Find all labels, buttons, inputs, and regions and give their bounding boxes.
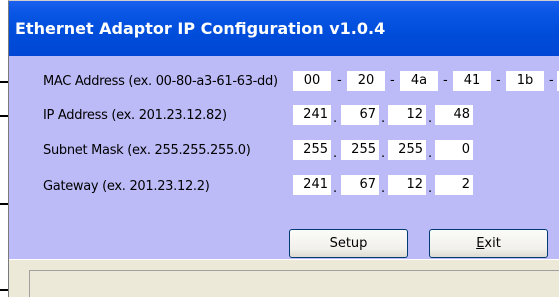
gateway-octet-2[interactable]: 67 bbox=[341, 175, 379, 195]
gateway-octet-1[interactable]: 241 bbox=[293, 175, 331, 195]
gateway-octet-3[interactable]: 12 bbox=[388, 175, 426, 195]
gateway-separator: . bbox=[333, 181, 338, 196]
ip-separator: . bbox=[381, 111, 386, 126]
subnet-octet-3[interactable]: 255 bbox=[388, 140, 426, 160]
subnet-mask-label: Subnet Mask (ex. 255.255.255.0) bbox=[43, 143, 251, 158]
setup-button[interactable]: Setup bbox=[289, 229, 408, 258]
mac-separator: - bbox=[390, 73, 395, 88]
ip-octet-4[interactable]: 48 bbox=[435, 105, 473, 125]
mac-octet-5[interactable]: 1b bbox=[506, 71, 544, 91]
mac-separator: - bbox=[496, 73, 501, 88]
gateway-octet-4[interactable]: 2 bbox=[435, 175, 473, 195]
status-bar bbox=[9, 259, 559, 297]
mac-octet-2[interactable]: 20 bbox=[347, 71, 385, 91]
subnet-octet-2[interactable]: 255 bbox=[341, 140, 379, 160]
title-bar[interactable]: Ethernet Adaptor IP Configuration v1.0.4 bbox=[9, 1, 559, 56]
mac-address-label: MAC Address (ex. 00-80-a3-61-63-dd) bbox=[43, 74, 278, 89]
subnet-octet-4[interactable]: 0 bbox=[435, 140, 473, 160]
ip-separator: . bbox=[333, 111, 338, 126]
exit-button[interactable]: Exit bbox=[429, 229, 548, 258]
ip-address-label: IP Address (ex. 201.23.12.82) bbox=[43, 108, 227, 123]
client-area: MAC Address (ex. 00-80-a3-61-63-dd) 00 -… bbox=[12, 56, 559, 259]
gateway-label: Gateway (ex. 201.23.12.2) bbox=[43, 179, 210, 194]
mac-octet-3[interactable]: 4a bbox=[400, 71, 438, 91]
subnet-separator: . bbox=[428, 146, 433, 161]
exit-label-rest: xit bbox=[484, 236, 501, 251]
ip-octet-1[interactable]: 241 bbox=[293, 105, 331, 125]
config-window: Ethernet Adaptor IP Configuration v1.0.4… bbox=[8, 0, 559, 297]
subnet-octet-1[interactable]: 255 bbox=[293, 140, 331, 160]
mac-octet-4[interactable]: 41 bbox=[453, 71, 491, 91]
mac-octet-1[interactable]: 00 bbox=[293, 71, 331, 91]
mac-separator: - bbox=[337, 73, 342, 88]
ip-octet-3[interactable]: 12 bbox=[388, 105, 426, 125]
ip-octet-2[interactable]: 67 bbox=[341, 105, 379, 125]
ip-separator: . bbox=[428, 111, 433, 126]
gateway-separator: . bbox=[381, 181, 386, 196]
subnet-separator: . bbox=[333, 146, 338, 161]
window-title: Ethernet Adaptor IP Configuration v1.0.4 bbox=[15, 19, 386, 38]
mac-separator: - bbox=[443, 73, 448, 88]
gateway-separator: . bbox=[428, 181, 433, 196]
subnet-separator: . bbox=[381, 146, 386, 161]
status-panel bbox=[29, 270, 559, 297]
mac-separator: - bbox=[549, 73, 554, 88]
